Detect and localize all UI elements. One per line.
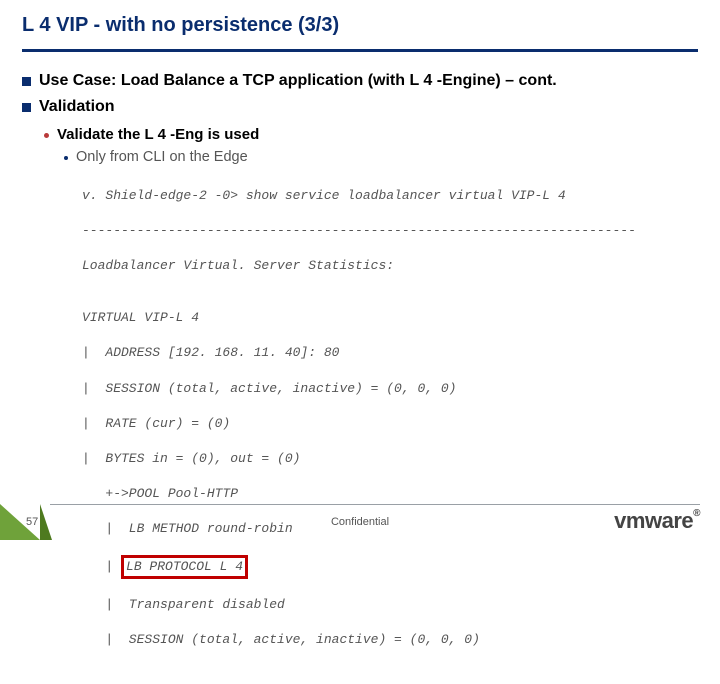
logo-text: vmware — [614, 508, 693, 533]
registered-icon: ® — [693, 508, 700, 519]
footer-decoration-accent-icon — [40, 504, 52, 540]
code-block: v. Shield-edge-2 -0> show service loadba… — [82, 169, 698, 684]
bullet-validate-l4: Validate the L 4 -Eng is used — [57, 126, 259, 143]
title-area: L 4 VIP - with no persistence (3/3) — [0, 0, 720, 43]
bullet-use-case: Use Case: Load Balance a TCP application… — [39, 72, 557, 90]
footer: 57 Confidential vmware® — [0, 504, 720, 540]
bullet-validation: Validation — [39, 98, 115, 116]
code-line: VIRTUAL VIP-L 4 — [82, 309, 698, 327]
footer-divider — [50, 504, 700, 505]
bullet-cli-edge: Only from CLI on the Edge — [76, 149, 248, 165]
confidential-label: Confidential — [331, 516, 389, 528]
square-bullet-icon — [22, 77, 31, 86]
small-dot-icon — [64, 156, 68, 160]
bullet-lvl1: Validation — [22, 98, 698, 116]
page-title: L 4 VIP - with no persistence (3/3) — [22, 14, 698, 37]
dot-bullet-icon — [44, 133, 49, 138]
content-area: Use Case: Load Balance a TCP application… — [0, 52, 720, 684]
highlight-box: LB PROTOCOL L 4 — [121, 555, 248, 579]
code-line: +->POOL Pool-HTTP — [82, 485, 698, 503]
vmware-logo: vmware® — [614, 508, 700, 534]
code-line: | SESSION (total, active, inactive) = (0… — [82, 380, 698, 398]
bullet-lvl2: Validate the L 4 -Eng is used — [44, 126, 698, 143]
bullet-lvl1: Use Case: Load Balance a TCP application… — [22, 72, 698, 90]
code-line-highlight: | LB PROTOCOL L 4 — [82, 555, 698, 579]
code-line: | BYTES in = (0), out = (0) — [82, 450, 698, 468]
code-line-prefix: | — [82, 559, 121, 574]
square-bullet-icon — [22, 103, 31, 112]
code-line: Loadbalancer Virtual. Server Statistics: — [82, 257, 698, 275]
code-line: v. Shield-edge-2 -0> show service loadba… — [82, 187, 698, 205]
code-line: ----------------------------------------… — [82, 222, 698, 240]
page-number: 57 — [26, 516, 38, 528]
bullet-lvl3: Only from CLI on the Edge — [64, 149, 698, 165]
code-line: | Transparent disabled — [82, 596, 698, 614]
code-line: | SESSION (total, active, inactive) = (0… — [82, 631, 698, 649]
code-line: | RATE (cur) = (0) — [82, 415, 698, 433]
slide: L 4 VIP - with no persistence (3/3) Use … — [0, 0, 720, 540]
code-line: | ADDRESS [192. 168. 11. 40]: 80 — [82, 344, 698, 362]
